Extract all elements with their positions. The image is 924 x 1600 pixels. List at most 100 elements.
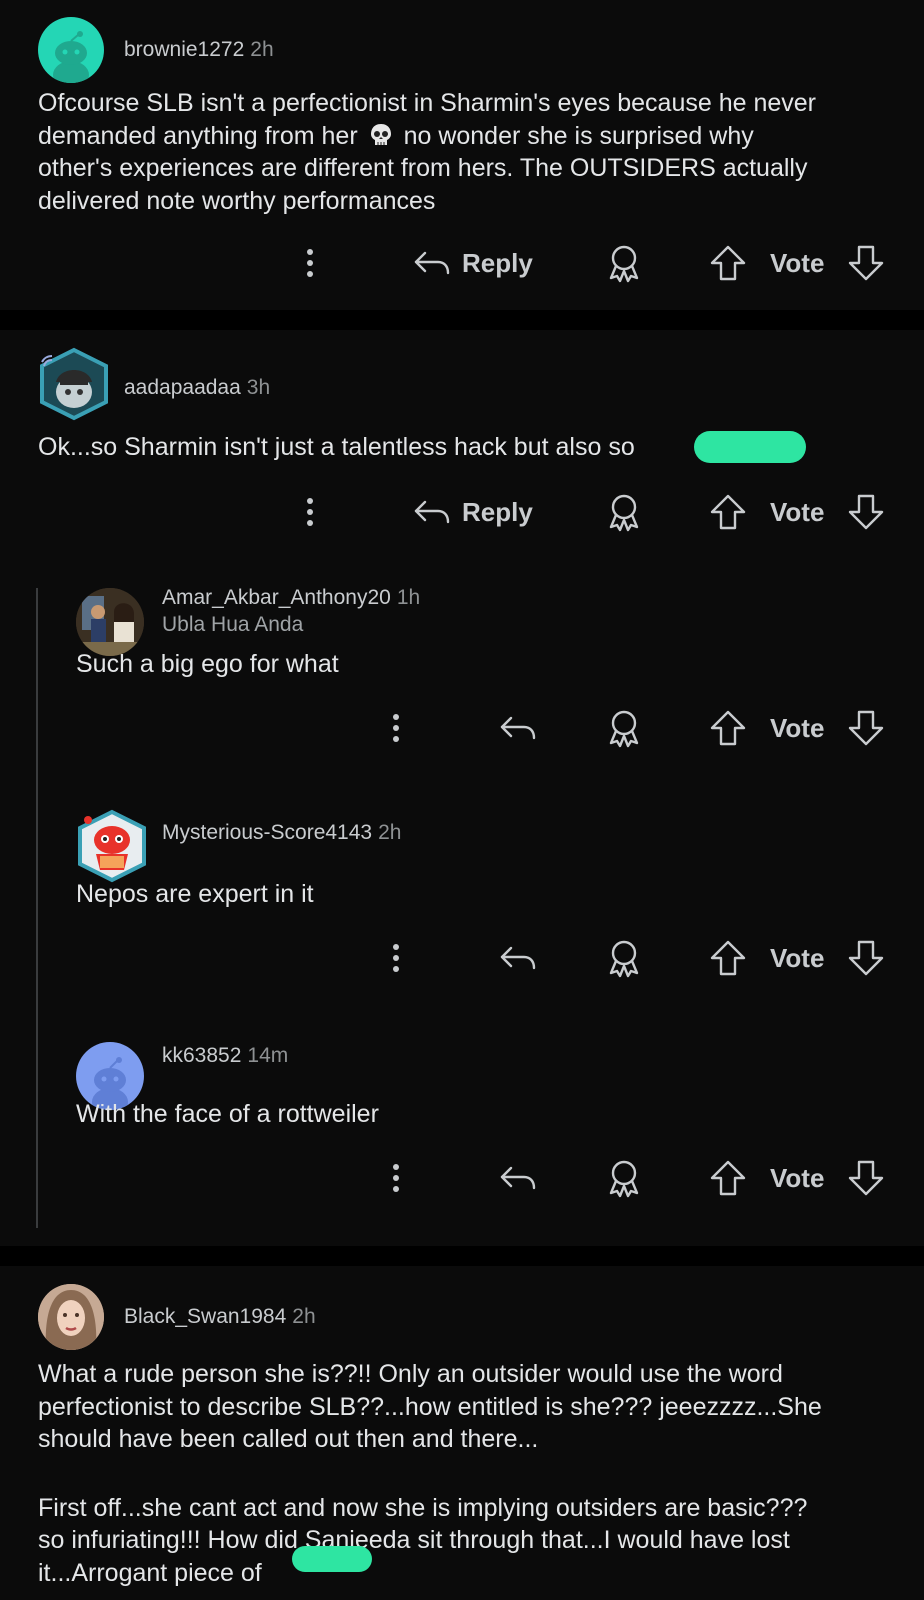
vote-label: Vote — [770, 1162, 825, 1193]
downvote-button[interactable] — [846, 936, 886, 980]
reply-button[interactable]: Reply — [412, 241, 533, 285]
comment-actions: Reply Vote — [0, 241, 924, 285]
comment-line: should have been called out then and the… — [38, 1425, 539, 1453]
timestamp: 3h — [246, 376, 271, 399]
username[interactable]: Black_Swan1984 — [124, 1305, 286, 1328]
reply-button[interactable]: Reply — [412, 490, 533, 534]
reply-button[interactable] — [498, 1156, 538, 1200]
award-button[interactable] — [604, 936, 644, 980]
upvote-button[interactable] — [708, 706, 748, 750]
downvote-button[interactable] — [846, 706, 886, 750]
photo-avatar-icon — [76, 588, 144, 656]
vote-label: Vote — [770, 942, 825, 973]
more-button[interactable] — [386, 936, 406, 980]
award-icon — [609, 245, 639, 283]
reply-icon — [500, 1166, 536, 1190]
skull-emoji-icon — [370, 123, 391, 145]
comment-line: other's experiences are different from h… — [38, 154, 808, 182]
avatar-brownie1272[interactable] — [38, 17, 104, 83]
more-button[interactable] — [300, 241, 320, 285]
more-icon — [307, 249, 313, 277]
vote-score: Vote — [770, 241, 824, 285]
comment-line: First off...she cant act and now she is … — [38, 1493, 808, 1522]
timestamp: 2h — [378, 821, 402, 844]
username[interactable]: Amar_Akbar_Anthony20 — [162, 586, 391, 609]
more-button[interactable] — [386, 1156, 406, 1200]
upvote-icon — [710, 940, 746, 976]
comment-line: What a rude person she is??!! Only an ou… — [38, 1360, 783, 1388]
reply-icon — [414, 251, 450, 275]
comment-card-brownie1272: brownie1272 2h Ofcourse SLB isn't a perfe… — [0, 0, 924, 310]
comment-line: perfectionist to describe SLB??...how en… — [38, 1392, 822, 1421]
comment-meta: aadapaadaa 3h — [124, 376, 270, 400]
vote-label: Vote — [770, 247, 825, 278]
award-button[interactable] — [604, 241, 644, 285]
downvote-button[interactable] — [846, 1156, 886, 1200]
timestamp: 2h — [250, 38, 274, 61]
snoo-avatar-icon — [53, 31, 89, 83]
comment-meta: brownie1272 2h — [124, 38, 274, 62]
comment-meta: kk63852 14m — [162, 1044, 288, 1068]
avatar-amar-akbar-anthony20[interactable] — [76, 588, 144, 656]
downvote-icon — [848, 940, 884, 976]
vote-label: Vote — [770, 712, 825, 743]
username[interactable]: Mysterious-Score4143 — [162, 821, 372, 844]
reply-icon — [500, 946, 536, 970]
upvote-button[interactable] — [708, 490, 748, 534]
award-button[interactable] — [604, 1156, 644, 1200]
vote-score: Vote — [770, 1156, 824, 1200]
avatar-mysterious-score4143[interactable] — [74, 808, 150, 884]
reply-button[interactable] — [498, 706, 538, 750]
comment-body: Nepos are expert in it — [76, 878, 314, 911]
downvote-icon — [848, 1160, 884, 1196]
award-button[interactable] — [604, 706, 644, 750]
avatar-black-swan1984[interactable] — [38, 1284, 104, 1350]
comment-body: What a rude person she is??!! Only an ou… — [38, 1358, 822, 1589]
downvote-icon — [848, 710, 884, 746]
comment-body: Such a big ego for what — [76, 648, 339, 681]
reply-button[interactable] — [498, 936, 538, 980]
more-icon — [393, 944, 399, 972]
avatar-aadapaadaa[interactable] — [36, 346, 112, 422]
comment-line: Such a big ego for what — [76, 650, 339, 678]
award-icon — [609, 710, 639, 748]
reply-icon — [414, 500, 450, 524]
username[interactable]: aadapaadaa — [124, 376, 241, 399]
upvote-icon — [710, 710, 746, 746]
award-button[interactable] — [604, 490, 644, 534]
upvote-icon — [710, 494, 746, 530]
comment-line-part: no wonder she is surprised why — [403, 121, 754, 150]
thread-line[interactable] — [36, 588, 38, 1228]
comment-line-part: demanded anything from her — [38, 121, 358, 150]
more-button[interactable] — [386, 706, 406, 750]
comment-line: it...Arrogant piece of — [38, 1558, 262, 1587]
reply-label: Reply — [462, 496, 533, 527]
comment-meta: Amar_Akbar_Anthony20 1h — [162, 586, 420, 610]
reply-label: Reply — [462, 247, 533, 278]
comment-card-black-swan1984: Black_Swan1984 2h What a rude person she … — [0, 1266, 924, 1600]
reply-icon — [500, 716, 536, 740]
vote-label: Vote — [770, 496, 825, 527]
comment-line: Ok...so Sharmin isn't just a talentless … — [38, 433, 635, 461]
downvote-button[interactable] — [846, 490, 886, 534]
more-button[interactable] — [300, 490, 320, 534]
downvote-icon — [848, 494, 884, 530]
comment-line: With the face of a rottweiler — [76, 1100, 379, 1128]
timestamp: 2h — [292, 1305, 316, 1328]
username[interactable]: kk63852 — [162, 1044, 241, 1067]
upvote-button[interactable] — [708, 241, 748, 285]
redaction-mark — [292, 1546, 372, 1572]
upvote-icon — [710, 1160, 746, 1196]
award-icon — [609, 940, 639, 978]
downvote-button[interactable] — [846, 241, 886, 285]
upvote-button[interactable] — [708, 1156, 748, 1200]
username[interactable]: brownie1272 — [124, 38, 244, 61]
comment-body: Ok...so Sharmin isn't just a talentless … — [38, 431, 635, 464]
comment-actions: Vote — [0, 936, 924, 980]
vote-score: Vote — [770, 936, 824, 980]
comment-actions: Reply Vote — [0, 490, 924, 534]
upvote-button[interactable] — [708, 936, 748, 980]
vote-score: Vote — [770, 490, 824, 534]
timestamp: 14m — [247, 1044, 289, 1067]
